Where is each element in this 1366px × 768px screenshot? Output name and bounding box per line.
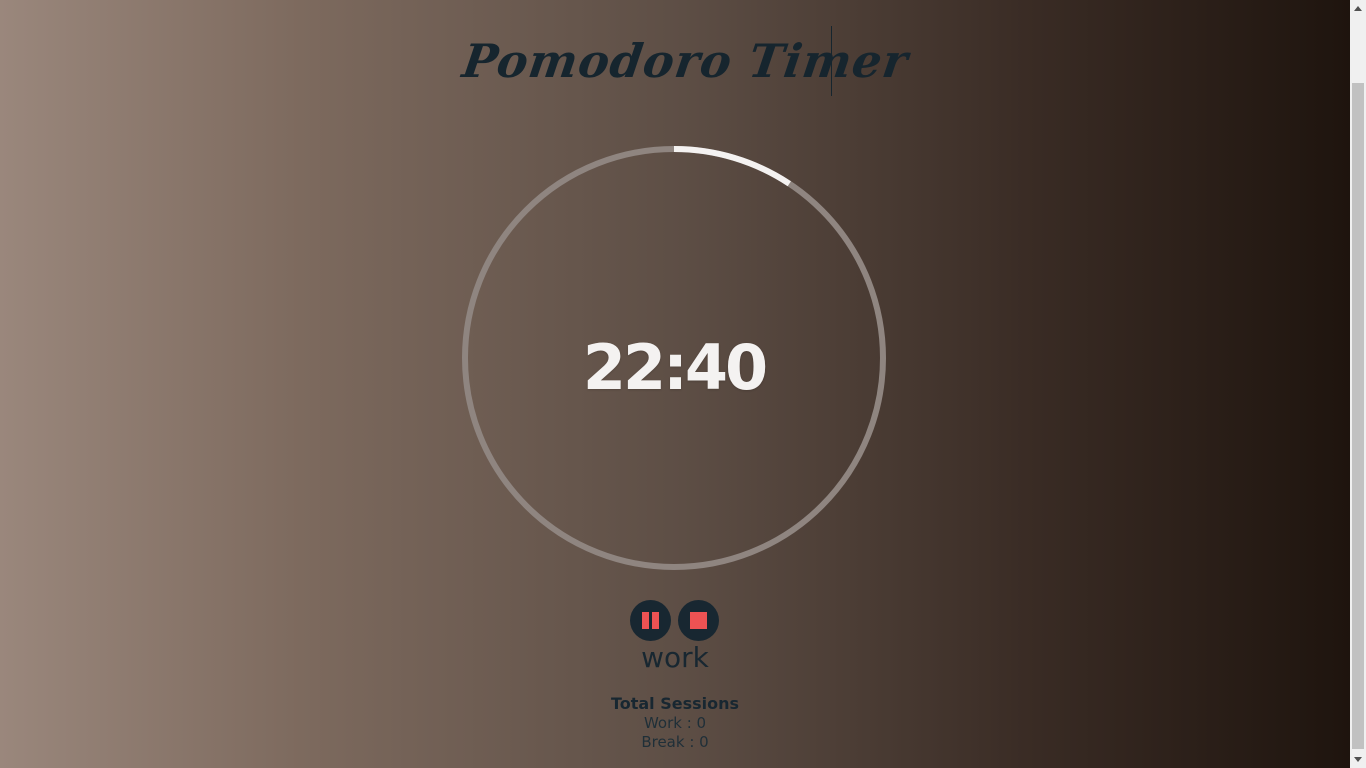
timer-display: 22:40 — [582, 331, 768, 404]
timer-controls — [630, 600, 720, 641]
stop-button[interactable] — [678, 600, 719, 641]
sessions-heading: Total Sessions — [610, 694, 740, 713]
text-cursor — [831, 26, 832, 96]
pomodoro-page: Pomodoro Timer 22:40 work Total Sessions… — [0, 0, 1350, 768]
work-sessions-count: Work : 0 — [643, 714, 707, 732]
stop-icon — [690, 612, 707, 629]
scroll-thumb[interactable] — [1352, 83, 1364, 749]
vertical-scrollbar[interactable] — [1350, 0, 1366, 768]
header: Pomodoro Timer — [0, 24, 1350, 98]
break-sessions-count: Break : 0 — [641, 733, 709, 751]
pause-icon — [642, 612, 659, 629]
app-title: Pomodoro Timer — [459, 34, 913, 88]
session-summary: Total Sessions Work : 0 Break : 0 — [575, 694, 775, 752]
scroll-down-arrow-icon[interactable] — [1350, 751, 1366, 768]
scroll-up-arrow-icon[interactable] — [1350, 0, 1366, 17]
mode-label: work — [641, 641, 709, 674]
pause-button[interactable] — [630, 600, 671, 641]
